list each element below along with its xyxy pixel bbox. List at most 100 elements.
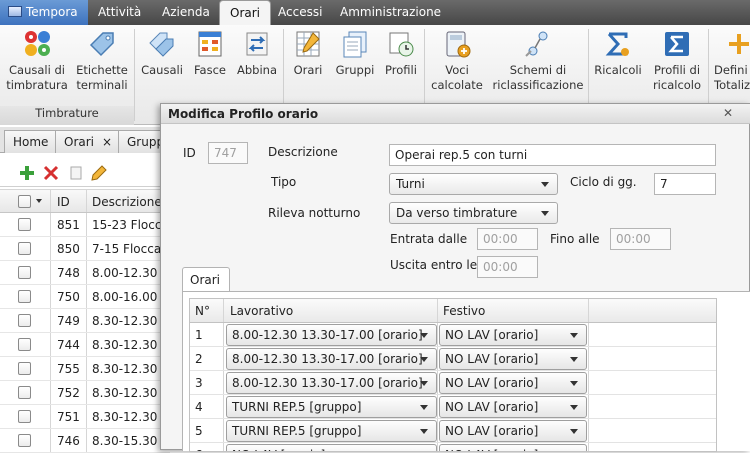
- column-divider: [86, 381, 87, 404]
- column-divider: [86, 261, 87, 284]
- menu-orari[interactable]: Orari: [219, 0, 271, 26]
- menu-azienda[interactable]: Azienda: [154, 0, 218, 25]
- tab-orari-inner[interactable]: Orari: [182, 267, 230, 292]
- grid-row: 2 8.00-12.30 13.30-17.00 [orario] NO LAV […: [190, 347, 716, 371]
- definizione-totalizzatori-button[interactable]: Defini Totaliz: [714, 29, 750, 93]
- column-divider: [223, 347, 224, 370]
- festivo-select[interactable]: NO LAV [orario]: [439, 444, 587, 451]
- close-icon[interactable]: ✕: [721, 106, 735, 120]
- causali-button[interactable]: Causali: [138, 29, 186, 78]
- tags-icon: [149, 32, 174, 57]
- row-checkbox[interactable]: [18, 362, 31, 375]
- descrizione-field[interactable]: Operai rep.5 con turni: [389, 144, 716, 166]
- calculator-icon: [446, 31, 471, 58]
- row-checkbox[interactable]: [18, 386, 31, 399]
- row-checkbox[interactable]: [18, 242, 31, 255]
- documents-icon: [343, 31, 367, 58]
- row-descrizione: 8.30-15.30: [92, 434, 158, 448]
- schemi-riclassificazione-button[interactable]: Schemi di riclassificazione: [491, 29, 585, 93]
- column-divider: [223, 371, 224, 394]
- lavorativo-select[interactable]: NO LAV [orario]: [226, 444, 437, 451]
- menu-attivita[interactable]: Attività: [90, 0, 149, 25]
- lavorativo-select[interactable]: 8.00-12.30 13.30-17.00 [orario]: [226, 348, 437, 370]
- row-descrizione: 15-23 Floccag: [92, 218, 166, 232]
- rileva-notturno-select[interactable]: Da verso timbrature: [389, 202, 558, 224]
- grid-header-numero[interactable]: N°: [195, 299, 210, 323]
- column-header-descrizione[interactable]: Descrizione: [92, 195, 162, 209]
- row-checkbox[interactable]: [18, 266, 31, 279]
- select-menu-arrow-icon[interactable]: [36, 199, 42, 203]
- grid-header-festivo[interactable]: Festivo: [443, 299, 485, 323]
- orari-button[interactable]: Orari: [288, 29, 328, 78]
- grid-header-lavorativo[interactable]: Lavorativo: [230, 299, 293, 323]
- row-descrizione: 8.30-12.30 1: [92, 386, 166, 400]
- column-divider: [86, 309, 87, 332]
- lavorativo-select[interactable]: TURNI REP.5 [gruppo]: [226, 420, 437, 442]
- ricalcoli-button[interactable]: Ricalcoli: [592, 29, 644, 78]
- network-icon: [525, 31, 548, 57]
- chevron-down-icon: [570, 429, 578, 434]
- ciclo-field[interactable]: 7: [654, 173, 716, 195]
- row-checkbox[interactable]: [18, 290, 31, 303]
- table-row[interactable]: 752 8.30-12.30 1: [0, 381, 170, 405]
- profili-button[interactable]: Profili: [382, 29, 420, 78]
- column-divider: [86, 237, 87, 260]
- table-row[interactable]: 751 8.30-12.30 1: [0, 405, 170, 429]
- row-checkbox[interactable]: [18, 218, 31, 231]
- copy-icon[interactable]: [68, 165, 84, 181]
- festivo-select[interactable]: NO LAV [orario]: [439, 324, 587, 346]
- festivo-select[interactable]: NO LAV [orario]: [439, 420, 587, 442]
- grid-row: 4 TURNI REP.5 [gruppo] NO LAV [orario]: [190, 395, 716, 419]
- table-row[interactable]: 750 8.00-16.00: [0, 285, 170, 309]
- lavorativo-select[interactable]: TURNI REP.5 [gruppo]: [226, 396, 437, 418]
- tipo-select[interactable]: Turni: [389, 173, 558, 195]
- row-id: 750: [57, 290, 80, 304]
- table-row[interactable]: 746 8.30-15.30: [0, 429, 170, 453]
- tab-orari[interactable]: Orari ×: [55, 130, 119, 153]
- lavorativo-select[interactable]: 8.00-12.30 13.30-17.00 [orario]: [226, 324, 437, 346]
- lavorativo-select[interactable]: 8.00-12.30 13.30-17.00 [orario]: [226, 372, 437, 394]
- abbina-button[interactable]: Abbina: [234, 29, 280, 78]
- column-divider: [86, 213, 87, 236]
- column-divider: [437, 395, 438, 418]
- festivo-select[interactable]: NO LAV [orario]: [439, 372, 587, 394]
- table-row[interactable]: 755 8.30-12.30 1: [0, 357, 170, 381]
- menu-accessi[interactable]: Accessi: [270, 0, 330, 25]
- festivo-select[interactable]: NO LAV [orario]: [439, 396, 587, 418]
- etichette-terminali-button[interactable]: Etichette terminali: [72, 29, 132, 93]
- select-all-checkbox[interactable]: [18, 195, 31, 208]
- dialog-title[interactable]: Modifica Profilo orario: [161, 104, 750, 124]
- delete-icon[interactable]: [43, 165, 59, 181]
- column-divider: [588, 443, 589, 451]
- tab-close-icon[interactable]: ×: [102, 131, 112, 153]
- tipo-label: Tipo: [271, 175, 297, 189]
- row-checkbox[interactable]: [18, 338, 31, 351]
- app-brand[interactable]: Temporа: [0, 0, 88, 25]
- table-row[interactable]: 748 8.00-12.30 1: [0, 261, 170, 285]
- table-row[interactable]: 744 8.30-12.30 1: [0, 333, 170, 357]
- festivo-select[interactable]: NO LAV [orario]: [439, 348, 587, 370]
- column-divider: [86, 190, 87, 212]
- add-icon[interactable]: [19, 165, 35, 181]
- column-divider: [50, 333, 51, 356]
- table-row[interactable]: 850 7-15 Floccag: [0, 237, 170, 261]
- column-header-id[interactable]: ID: [57, 195, 70, 209]
- row-checkbox[interactable]: [18, 434, 31, 447]
- menu-amministrazione[interactable]: Amministrazione: [332, 0, 449, 25]
- chevron-down-icon: [420, 429, 428, 434]
- fasce-button[interactable]: Fasce: [189, 29, 231, 78]
- voci-calcolate-button[interactable]: Voci calcolate: [429, 29, 485, 93]
- table-row[interactable]: 749 8.30-12.30: [0, 309, 170, 333]
- row-checkbox[interactable]: [18, 314, 31, 327]
- edit-icon[interactable]: [91, 165, 107, 181]
- row-checkbox[interactable]: [18, 410, 31, 423]
- column-divider: [588, 419, 589, 442]
- chevron-down-icon: [420, 333, 428, 338]
- column-divider: [223, 395, 224, 418]
- column-divider: [50, 405, 51, 428]
- causali-timbratura-button[interactable]: Causali di timbratura: [4, 29, 70, 93]
- table-row[interactable]: 851 15-23 Floccag: [0, 213, 170, 237]
- gruppi-button[interactable]: Gruppi: [333, 29, 377, 78]
- profili-ricalcolo-button[interactable]: Profili di ricalcolo: [649, 29, 705, 93]
- tab-home[interactable]: Home: [4, 130, 58, 153]
